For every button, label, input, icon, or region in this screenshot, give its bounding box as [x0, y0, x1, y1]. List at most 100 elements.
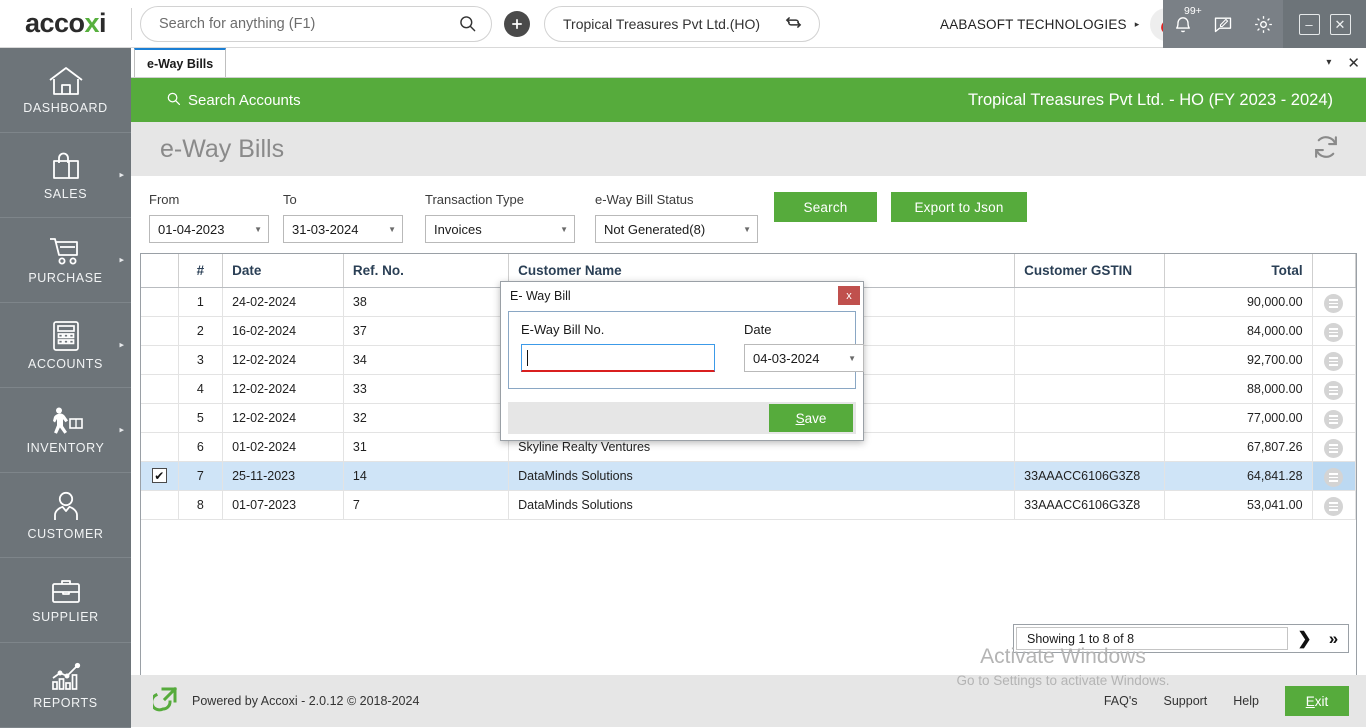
chevron-down-icon[interactable]: ▼: [560, 225, 568, 234]
sidebar-item-customer[interactable]: CUSTOMER: [0, 473, 131, 558]
search-button[interactable]: Search: [774, 192, 877, 222]
row-menu-icon[interactable]: [1324, 381, 1343, 400]
row-select-cell[interactable]: [141, 374, 178, 403]
add-new-button[interactable]: [504, 11, 530, 37]
chevron-down-icon[interactable]: ▼: [743, 225, 751, 234]
search-accounts-label: Search Accounts: [188, 92, 301, 109]
footer-links: FAQ's Support Help Exit: [1104, 686, 1349, 716]
chevron-right-icon[interactable]: ▸: [1135, 19, 1140, 30]
green-header-bar: Search Accounts Tropical Treasures Pvt L…: [131, 78, 1366, 122]
close-tab-icon[interactable]: ✕: [1347, 54, 1360, 72]
row-actions-cell[interactable]: [1312, 461, 1355, 490]
minimize-button[interactable]: –: [1299, 14, 1320, 35]
briefcase-icon: [51, 577, 81, 605]
row-actions-cell[interactable]: [1312, 403, 1355, 432]
to-date-input[interactable]: 31-03-2024 ▼: [283, 215, 403, 243]
footer-link-help[interactable]: Help: [1233, 694, 1259, 708]
chevron-down-icon[interactable]: ▼: [254, 225, 262, 234]
save-button[interactable]: Save: [769, 404, 853, 432]
row-checkbox[interactable]: ✔: [152, 468, 167, 483]
modal-close-button[interactable]: x: [838, 286, 860, 305]
exit-button[interactable]: Exit: [1285, 686, 1349, 716]
footer-link-faqs[interactable]: FAQ's: [1104, 694, 1138, 708]
table-row[interactable]: 801-07-20237DataMinds Solutions33AAACC61…: [141, 490, 1356, 519]
row-total-cell: 84,000.00: [1164, 316, 1312, 345]
filter-bar: From 01-04-2023 ▼ To 31-03-2024 ▼ Transa…: [131, 176, 1366, 254]
sidebar-item-purchase[interactable]: PURCHASE ▸: [0, 218, 131, 303]
sidebar-item-inventory[interactable]: INVENTORY ▸: [0, 388, 131, 473]
chevron-down-icon[interactable]: ▼: [848, 354, 856, 363]
top-bar: accoxi Tropical Treasures Pvt Ltd.(HO) A…: [0, 0, 1366, 48]
logo-text-part2: i: [99, 8, 106, 38]
to-date-group: To 31-03-2024 ▼: [283, 192, 403, 243]
row-menu-icon[interactable]: [1324, 323, 1343, 342]
bell-icon[interactable]: 99+: [1170, 11, 1196, 37]
eway-bill-date-input[interactable]: 04-03-2024 ▼: [744, 344, 864, 372]
search-icon[interactable]: [458, 14, 477, 33]
row-menu-icon[interactable]: [1324, 439, 1343, 458]
row-select-cell[interactable]: [141, 287, 178, 316]
filter-actions: Search Export to Json: [774, 192, 1027, 223]
row-date-cell: 12-02-2024: [223, 374, 344, 403]
row-select-cell[interactable]: [141, 345, 178, 374]
row-index-cell: 8: [178, 490, 222, 519]
eway-status-select[interactable]: Not Generated(8) ▼: [595, 215, 758, 243]
row-actions-cell[interactable]: [1312, 374, 1355, 403]
footer-branding: Powered by Accoxi - 2.0.12 © 2018-2024: [153, 686, 419, 717]
row-select-cell[interactable]: [141, 316, 178, 345]
search-input[interactable]: [159, 16, 458, 32]
column-header-ref-no: Ref. No.: [343, 254, 508, 287]
eway-bill-modal: E- Way Bill x E-Way Bill No. Date 04-03-…: [500, 281, 864, 441]
company-switcher[interactable]: AABASOFT TECHNOLOGIES ▸: [940, 0, 1183, 48]
row-menu-icon[interactable]: [1324, 352, 1343, 371]
search-accounts-button[interactable]: Search Accounts: [166, 91, 301, 110]
chevron-down-icon[interactable]: ▼: [388, 225, 396, 234]
switch-branch-icon[interactable]: [784, 13, 803, 35]
next-page-button[interactable]: ❯: [1290, 625, 1319, 652]
refresh-icon[interactable]: [1311, 132, 1341, 167]
table-row[interactable]: ✔725-11-202314DataMinds Solutions33AAACC…: [141, 461, 1356, 490]
footer-link-support[interactable]: Support: [1164, 694, 1208, 708]
tab-eway-bills[interactable]: e-Way Bills: [134, 48, 226, 77]
row-actions-cell[interactable]: [1312, 490, 1355, 519]
row-ref-no-cell: 7: [343, 490, 508, 519]
chevron-right-icon: ▸: [119, 425, 124, 436]
row-actions-cell[interactable]: [1312, 316, 1355, 345]
chevron-down-icon[interactable]: ▾: [1326, 57, 1331, 68]
last-page-button[interactable]: »: [1319, 625, 1348, 652]
row-date-cell: 24-02-2024: [223, 287, 344, 316]
gear-icon[interactable]: [1250, 11, 1276, 37]
row-select-cell[interactable]: [141, 403, 178, 432]
row-menu-icon[interactable]: [1324, 410, 1343, 429]
row-actions-cell[interactable]: [1312, 345, 1355, 374]
row-ref-no-cell: 34: [343, 345, 508, 374]
row-menu-icon[interactable]: [1324, 294, 1343, 313]
notification-badge: 99+: [1184, 5, 1202, 17]
sidebar-item-label: ACCOUNTS: [28, 357, 103, 371]
row-actions-cell[interactable]: [1312, 432, 1355, 461]
transaction-type-select[interactable]: Invoices ▼: [425, 215, 575, 243]
row-date-cell: 25-11-2023: [223, 461, 344, 490]
sidebar-item-reports[interactable]: REPORTS: [0, 643, 131, 728]
sidebar-item-sales[interactable]: SALES ▸: [0, 133, 131, 218]
row-menu-icon[interactable]: [1324, 468, 1343, 487]
sidebar-item-dashboard[interactable]: DASHBOARD: [0, 48, 131, 133]
row-actions-cell[interactable]: [1312, 287, 1355, 316]
export-to-json-button[interactable]: Export to Json: [891, 192, 1027, 222]
to-date-value: 31-03-2024: [292, 222, 359, 237]
accoxi-arrow-logo-icon: [153, 686, 179, 717]
row-select-cell[interactable]: ✔: [141, 461, 178, 490]
row-menu-icon[interactable]: [1324, 497, 1343, 516]
branch-selector[interactable]: Tropical Treasures Pvt Ltd.(HO): [544, 6, 820, 42]
sidebar-item-accounts[interactable]: ACCOUNTS ▸: [0, 303, 131, 388]
row-select-cell[interactable]: [141, 432, 178, 461]
row-select-cell[interactable]: [141, 490, 178, 519]
close-window-button[interactable]: ✕: [1330, 14, 1351, 35]
message-edit-icon[interactable]: [1210, 11, 1236, 37]
warehouse-worker-icon: [48, 406, 84, 436]
row-total-cell: 88,000.00: [1164, 374, 1312, 403]
global-search[interactable]: [140, 6, 492, 42]
from-date-input[interactable]: 01-04-2023 ▼: [149, 215, 269, 243]
eway-bill-no-input[interactable]: [521, 344, 715, 372]
sidebar-item-supplier[interactable]: SUPPLIER: [0, 558, 131, 643]
